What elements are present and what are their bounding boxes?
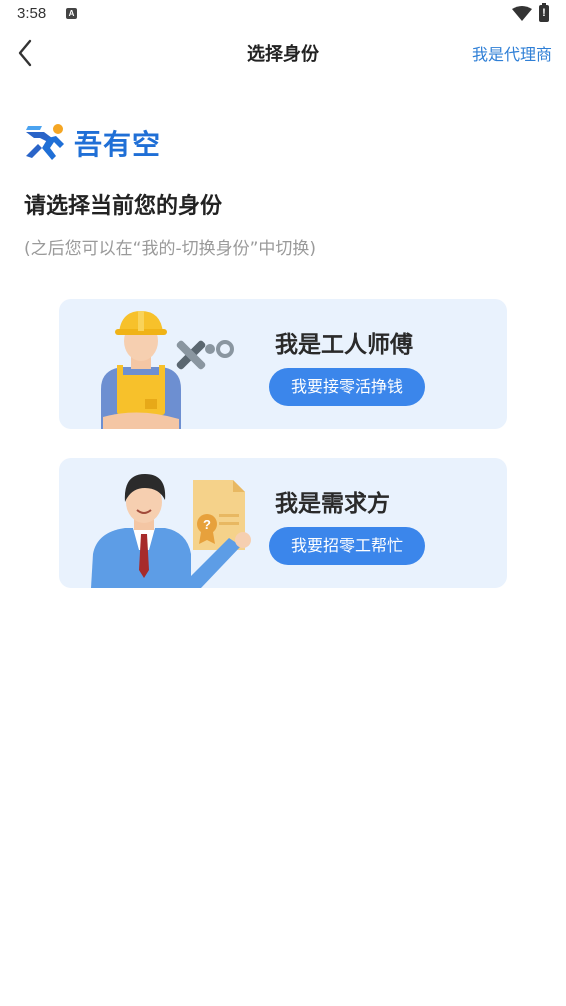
worker-role-card[interactable]: 我是工人师傅 我要接零活挣钱 bbox=[59, 299, 507, 429]
client-card-title: 我是需求方 bbox=[275, 491, 390, 517]
status-time: 3:58 bbox=[17, 5, 47, 22]
running-man-logo-icon bbox=[26, 124, 64, 160]
brand-name: 吾有空 bbox=[74, 128, 162, 161]
status-bar: 3:58 A bbox=[0, 0, 566, 30]
worker-illustration bbox=[101, 311, 234, 429]
nav-bar: 选择身份 我是代理商 bbox=[0, 30, 566, 74]
worker-action-button[interactable]: 我要接零活挣钱 bbox=[269, 368, 425, 406]
tools-icon bbox=[176, 340, 234, 370]
svg-text:?: ? bbox=[203, 517, 211, 532]
client-illustration: ? bbox=[91, 474, 251, 588]
page-heading: 请选择当前您的身份 bbox=[24, 194, 223, 219]
client-role-card[interactable]: ? 我是需求方 我要招零工帮忙 bbox=[59, 458, 507, 588]
battery-icon bbox=[539, 3, 549, 22]
worker-card-title: 我是工人师傅 bbox=[275, 332, 413, 358]
page-subheading: (之后您可以在“我的-切换身份”中切换) bbox=[24, 239, 317, 259]
brand-logo: 吾有空 bbox=[22, 120, 161, 166]
wifi-icon bbox=[512, 6, 532, 21]
client-action-button[interactable]: 我要招零工帮忙 bbox=[269, 527, 425, 565]
agent-link[interactable]: 我是代理商 bbox=[472, 41, 552, 65]
notification-icon: A bbox=[66, 8, 77, 19]
